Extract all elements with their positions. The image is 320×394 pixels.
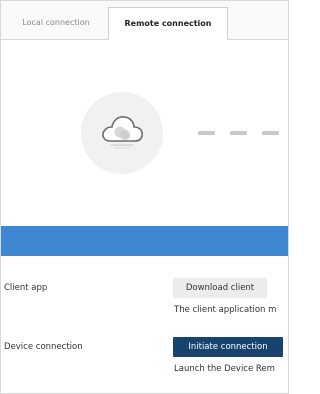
download-client-button[interactable]: Download client: [173, 278, 267, 298]
connection-illustration: [1, 40, 288, 226]
tab-bar: Local connection Remote connection: [1, 1, 288, 40]
tab-local-connection[interactable]: Local connection: [7, 7, 105, 39]
initiate-connection-button[interactable]: Initiate connection: [173, 337, 283, 357]
device-connection-description: Launch the Device Rem: [174, 364, 275, 374]
cloud-icon: [102, 116, 143, 149]
dashed-connector-icon: [198, 131, 288, 135]
client-app-description: The client application m: [174, 305, 277, 315]
device-connection-label: Device connection: [4, 342, 83, 352]
remote-connection-panel: Local connection Remote connection Clien…: [0, 0, 289, 394]
tab-remote-connection[interactable]: Remote connection: [108, 7, 228, 40]
cloud-icon-container: [81, 92, 163, 174]
client-app-label: Client app: [4, 283, 48, 293]
accent-band: [1, 226, 288, 256]
